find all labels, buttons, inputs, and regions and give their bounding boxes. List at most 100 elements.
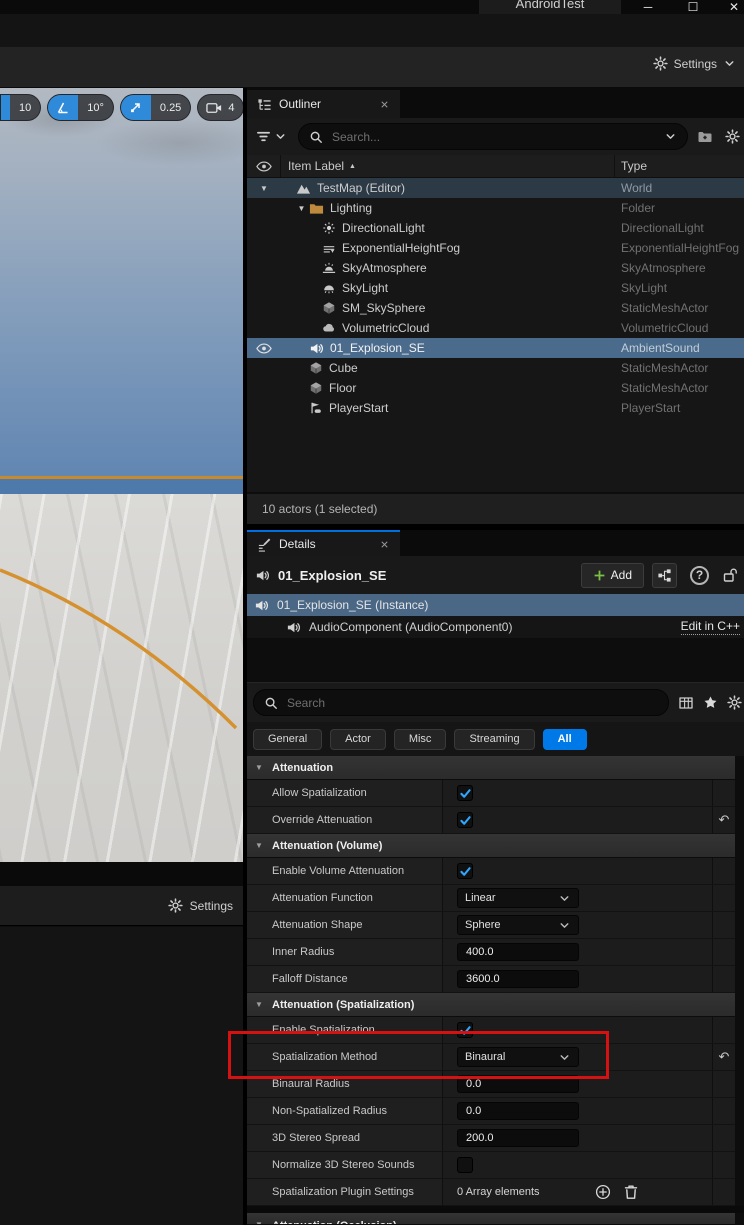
chevron-down-icon[interactable] <box>274 130 287 143</box>
reset-to-default-button[interactable]: ↶ <box>713 807 735 833</box>
reset-column <box>713 1179 735 1205</box>
outliner-row[interactable]: ▼ TestMap (Editor) World <box>247 178 744 198</box>
window-title-tab[interactable]: AndroidTest <box>479 0 621 14</box>
outliner-row[interactable]: DirectionalLight DirectionalLight <box>247 218 744 238</box>
reset-column <box>713 966 735 992</box>
display-options-icon[interactable] <box>678 695 694 711</box>
category-header[interactable]: ▼ Attenuation (Occlusion) <box>247 1213 735 1225</box>
component-row-instance[interactable]: 01_Explosion_SE (Instance) <box>247 594 744 616</box>
outliner-search[interactable] <box>298 123 688 150</box>
outliner-icon <box>257 97 272 112</box>
number-field[interactable]: 3600.0 <box>457 970 579 988</box>
checkbox[interactable] <box>457 1157 473 1173</box>
expander-icon[interactable]: ▼ <box>294 204 309 213</box>
property-label: Enable Spatialization <box>272 1024 375 1036</box>
component-row-audio[interactable]: AudioComponent (AudioComponent0) Edit in… <box>247 616 744 638</box>
help-button[interactable]: ? <box>690 565 709 585</box>
gear-icon[interactable] <box>727 695 742 710</box>
outliner-row[interactable]: SM_SkySphere StaticMeshActor <box>247 298 744 318</box>
outliner-row[interactable]: 01_Explosion_SE AmbientSound <box>247 338 744 358</box>
checkbox[interactable] <box>457 1022 473 1038</box>
dropdown-value: Binaural <box>465 1051 506 1063</box>
maximize-button[interactable]: ☐ <box>683 0 703 14</box>
viewport[interactable]: 10 10° 0.25 4 <box>0 88 243 862</box>
number-field[interactable]: 0.0 <box>457 1102 579 1120</box>
property-label: Inner Radius <box>272 946 335 958</box>
number-field[interactable]: 200.0 <box>457 1129 579 1147</box>
filter-tab-actor[interactable]: Actor <box>330 728 386 750</box>
number-field[interactable]: 400.0 <box>457 943 579 961</box>
checkbox[interactable] <box>457 863 473 879</box>
outliner-status-bar: 10 actors (1 selected) <box>247 492 744 524</box>
item-label-column-header[interactable]: Item Label ▲ <box>281 155 615 177</box>
filter-icon[interactable] <box>256 129 271 144</box>
speaker-icon <box>254 598 269 613</box>
filter-tab-misc[interactable]: Misc <box>393 728 447 750</box>
chevron-down-icon[interactable] <box>664 130 677 143</box>
outliner-row[interactable]: SkyAtmosphere SkyAtmosphere <box>247 258 744 278</box>
visibility-column-header[interactable] <box>247 155 281 177</box>
close-icon[interactable] <box>379 99 390 110</box>
add-component-button[interactable]: Add <box>580 562 644 588</box>
outliner-row[interactable]: ▼ Lighting Folder <box>247 198 744 218</box>
collapse-arrow-icon: ▼ <box>255 1220 263 1225</box>
outliner-search-input[interactable] <box>330 128 657 145</box>
gear-icon[interactable] <box>725 129 740 144</box>
reset-column <box>713 1152 735 1178</box>
blueprint-button[interactable] <box>652 562 677 588</box>
category-title: Attenuation (Occlusion) <box>272 1220 397 1224</box>
scale-snap-button[interactable]: 0.25 <box>119 94 192 121</box>
expander-icon[interactable]: ▼ <box>257 184 272 193</box>
unlock-icon[interactable] <box>722 567 738 583</box>
favorites-icon[interactable] <box>703 695 718 710</box>
checkbox[interactable] <box>457 785 473 801</box>
outliner-row[interactable]: SkyLight SkyLight <box>247 278 744 298</box>
settings-menu[interactable]: Settings <box>652 56 736 71</box>
details-search[interactable] <box>253 689 669 716</box>
dropdown[interactable]: Linear <box>457 888 579 908</box>
details-search-input[interactable] <box>285 694 658 711</box>
visibility-toggle[interactable] <box>247 342 281 354</box>
tab-outliner[interactable]: Outliner <box>247 90 400 118</box>
outliner-row[interactable]: Cube StaticMeshActor <box>247 358 744 378</box>
close-button[interactable]: ✕ <box>724 0 744 14</box>
filter-tab-streaming[interactable]: Streaming <box>454 728 535 750</box>
camera-speed-button[interactable]: 4 <box>197 94 243 121</box>
rotation-snap-button[interactable]: 10° <box>47 94 114 121</box>
outliner-item-type: VolumetricCloud <box>621 321 709 335</box>
type-column-header[interactable]: Type <box>615 159 744 173</box>
outliner-row[interactable]: Floor StaticMeshActor <box>247 378 744 398</box>
category-title: Attenuation <box>272 761 334 774</box>
minimize-button[interactable]: ─ <box>638 0 658 14</box>
outliner-item-type: AmbientSound <box>621 341 700 355</box>
sort-ascending-icon: ▲ <box>349 162 356 170</box>
outliner-row[interactable]: ExponentialHeightFog ExponentialHeightFo… <box>247 238 744 258</box>
viewport-settings-menu[interactable]: Settings <box>167 886 233 925</box>
reset-column <box>713 1017 735 1043</box>
dropdown[interactable]: Binaural <box>457 1047 579 1067</box>
close-icon[interactable] <box>379 539 390 550</box>
outliner-item-type: SkyLight <box>621 281 668 295</box>
position-snap-value: 10 <box>19 101 32 114</box>
position-snap-button[interactable]: 10 <box>0 94 42 121</box>
number-field[interactable]: 0.0 <box>457 1075 579 1093</box>
filter-tab-general[interactable]: General <box>253 728 323 750</box>
delete-elements-icon[interactable] <box>624 1184 638 1200</box>
search-icon <box>264 696 278 710</box>
dropdown[interactable]: Sphere <box>457 915 579 935</box>
edit-in-cpp-link[interactable]: Edit in C++ <box>680 619 740 635</box>
category-header[interactable]: ▼ Attenuation <box>247 756 735 780</box>
property-label: Spatialization Method <box>272 1051 378 1063</box>
category-header[interactable]: ▼ Attenuation (Volume) <box>247 834 735 858</box>
outliner-item-label: DirectionalLight <box>342 221 425 235</box>
category-header[interactable]: ▼ Attenuation (Spatialization) <box>247 993 735 1017</box>
tab-details[interactable]: Details <box>247 530 400 556</box>
outliner-row[interactable]: VolumetricCloud VolumetricCloud <box>247 318 744 338</box>
folder-plus-icon[interactable] <box>697 129 713 145</box>
outliner-row[interactable]: PlayerStart PlayerStart <box>247 398 744 418</box>
checkbox[interactable] <box>457 812 473 828</box>
reset-to-default-button[interactable]: ↶ <box>713 1044 735 1070</box>
add-element-icon[interactable] <box>595 1184 611 1200</box>
filter-tab-all[interactable]: All <box>542 728 587 750</box>
visibility-toggle[interactable]: ▼ <box>247 184 281 193</box>
